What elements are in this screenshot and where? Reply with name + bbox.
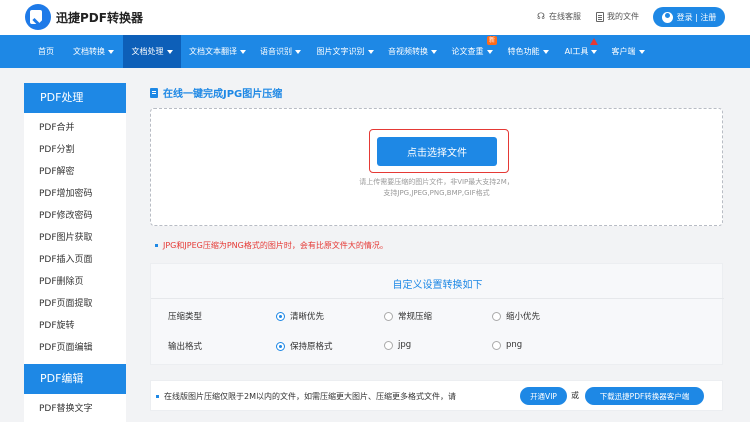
chevron-down-icon xyxy=(108,49,114,54)
nav-image-ocr[interactable]: 图片文字识别 xyxy=(309,35,381,68)
sidebar-item-pdf-image-extract[interactable]: PDF图片获取 xyxy=(24,227,126,249)
bullet-icon xyxy=(156,395,159,398)
logo-icon[interactable] xyxy=(25,4,51,30)
compress-option-clarity[interactable]: 清晰优先 xyxy=(276,310,324,322)
main-nav: 首页 文档转换 文档处理 文档文本翻译 语音识别 图片文字识别 音视频转换 论文… xyxy=(0,35,750,68)
sidebar-group-pdf-edit[interactable]: PDF编辑 xyxy=(24,364,126,394)
output-format-label: 输出格式 xyxy=(168,342,203,352)
download-client-button[interactable]: 下载迅捷PDF转换器客户端 xyxy=(585,387,704,405)
limit-notice: 在线版图片压缩仅限于2M以内的文件，如需压缩更大图片、压缩更多格式文件，请 开通… xyxy=(150,380,723,411)
chevron-down-icon xyxy=(486,49,493,54)
open-vip-button[interactable]: 开通VIP xyxy=(520,387,567,405)
nav-doc-process[interactable]: 文档处理 xyxy=(123,35,181,68)
sidebar-item-pdf-replace-text[interactable]: PDF替换文字 xyxy=(24,398,126,420)
sidebar-item-pdf-split[interactable]: PDF分割 xyxy=(24,139,126,161)
radio-selected-icon[interactable] xyxy=(276,341,285,351)
brand-name[interactable]: 迅捷PDF转换器 xyxy=(56,9,143,26)
new-badge: 新 xyxy=(487,36,498,45)
nav-features[interactable]: 特色功能 xyxy=(500,35,556,68)
nav-doc-convert[interactable]: 文档转换 xyxy=(64,35,123,68)
chevron-down-icon xyxy=(591,49,598,54)
limit-text: 在线版图片压缩仅限于2M以内的文件，如需压缩更大图片、压缩更多格式文件，请 xyxy=(156,391,456,402)
sidebar-item-pdf-delete-page[interactable]: PDF删除页 xyxy=(24,271,126,293)
user-avatar-icon xyxy=(661,11,673,23)
nav-client[interactable]: 客户端 xyxy=(606,35,650,68)
sidebar-item-pdf-rotate[interactable]: PDF旋转 xyxy=(24,315,126,337)
radio-selected-icon[interactable] xyxy=(276,311,285,321)
sidebar-list: PDF合并 PDF分割 PDF解密 PDF增加密码 PDF修改密码 PDF图片获… xyxy=(24,113,126,359)
chevron-down-icon xyxy=(542,49,549,54)
upload-hint-line1: 请上传需要压缩的图片文件，非VIP最大支持2M， xyxy=(359,178,514,186)
headset-icon: ☊ xyxy=(537,11,545,22)
radio-icon[interactable] xyxy=(384,340,393,350)
format-option-keep[interactable]: 保持原格式 xyxy=(276,340,333,352)
radio-icon[interactable] xyxy=(492,311,501,321)
bullet-icon xyxy=(155,244,158,247)
chevron-down-icon xyxy=(431,49,437,54)
format-option-jpg[interactable]: jpg xyxy=(384,340,411,350)
radio-icon[interactable] xyxy=(384,311,393,321)
sidebar-item-pdf-page-extract[interactable]: PDF页面提取 xyxy=(24,293,126,315)
sidebar-item-pdf-change-password[interactable]: PDF修改密码 xyxy=(24,205,126,227)
settings-panel: 自定义设置转换如下 压缩类型 清晰优先 常规压缩 缩小优先 输出格式 保持原格式… xyxy=(150,263,724,365)
upload-hint-line2: 支持JPG,JPEG,PNG,BMP,GIF格式 xyxy=(383,189,490,197)
nav-ai-tools[interactable]: AI工具 xyxy=(556,35,606,68)
nav-home[interactable]: 首页 xyxy=(24,35,68,68)
settings-divider xyxy=(151,298,724,299)
chevron-down-icon xyxy=(295,49,301,54)
top-bar: 迅捷PDF转换器 ☊ 在线客服 我的文件 登录 | 注册 xyxy=(0,0,750,35)
nav-av-convert[interactable]: 音视频转换 xyxy=(381,35,444,68)
hot-arrow-icon xyxy=(590,38,598,45)
format-warning: JPG和JPEG压缩为PNG格式的图片时，会有比原文件大的情况。 xyxy=(155,240,388,251)
compress-option-smaller[interactable]: 缩小优先 xyxy=(492,310,540,322)
online-service-link[interactable]: ☊ 在线客服 xyxy=(536,11,581,22)
sidebar-item-pdf-page-edit[interactable]: PDF页面编辑 xyxy=(24,337,126,359)
settings-title: 自定义设置转换如下 xyxy=(392,280,483,291)
or-text: 或 xyxy=(571,391,579,400)
chevron-down-icon xyxy=(240,49,246,54)
login-register-button[interactable]: 登录 | 注册 xyxy=(653,7,725,27)
my-files-link[interactable]: 我的文件 xyxy=(596,11,639,22)
chevron-down-icon xyxy=(638,49,645,54)
compress-type-label: 压缩类型 xyxy=(168,312,203,322)
nav-speech-recognition[interactable]: 语音识别 xyxy=(253,35,308,68)
login-label: 登录 | 注册 xyxy=(676,12,717,22)
sidebar-item-pdf-merge[interactable]: PDF合并 xyxy=(24,117,126,139)
sidebar: PDF处理 PDF合并 PDF分割 PDF解密 PDF增加密码 PDF修改密码 … xyxy=(24,83,126,422)
nav-doc-translate[interactable]: 文档文本翻译 xyxy=(182,35,253,68)
file-icon xyxy=(150,87,158,98)
chevron-down-icon xyxy=(367,49,374,54)
chevron-down-icon xyxy=(166,49,173,54)
compress-option-normal[interactable]: 常规压缩 xyxy=(384,310,432,322)
page-title: 在线一键完成JPG图片压缩 xyxy=(150,85,282,100)
radio-icon[interactable] xyxy=(492,340,501,350)
sidebar-item-pdf-insert-page[interactable]: PDF插入页面 xyxy=(24,249,126,271)
online-service-label: 在线客服 xyxy=(549,12,581,21)
sidebar-item-pdf-add-password[interactable]: PDF增加密码 xyxy=(24,183,126,205)
my-files-label: 我的文件 xyxy=(607,12,639,21)
select-file-button[interactable]: 点击选择文件 xyxy=(377,137,497,166)
format-option-png[interactable]: png xyxy=(492,340,522,350)
sidebar-group-pdf-process[interactable]: PDF处理 xyxy=(24,83,126,113)
sidebar-item-pdf-decrypt[interactable]: PDF解密 xyxy=(24,161,126,183)
document-icon xyxy=(596,11,604,22)
